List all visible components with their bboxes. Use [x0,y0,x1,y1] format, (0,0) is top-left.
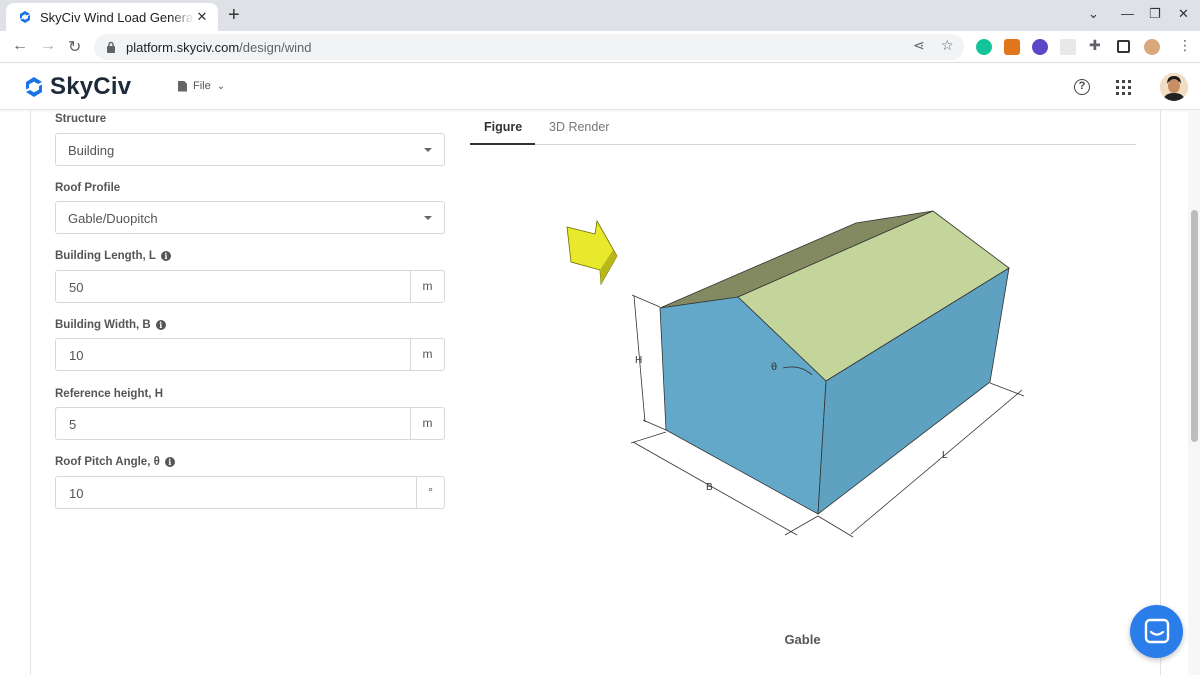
active-tab-underline [470,143,535,145]
profile-avatar-icon[interactable] [1144,39,1160,55]
dim-label-h: H [635,355,642,366]
tab-search-chevron-icon[interactable]: ⌄ [1088,6,1099,22]
help-icon[interactable]: ? [1074,79,1090,95]
dim-label-theta: θ [771,362,777,373]
roof-profile-select[interactable]: Gable/Duopitch [55,201,445,234]
forward-button[interactable]: → [40,37,56,55]
building-width-input[interactable]: 10 m [55,338,445,371]
browser-tab[interactable]: SkyCiv Wind Load General ✕ [6,3,218,31]
roof-pitch-label: Roof Pitch Angle, θ i [55,456,175,468]
structure-label: Structure [55,113,107,125]
window-close-button[interactable]: ✕ [1178,6,1189,22]
chat-launcher-button[interactable] [1130,605,1183,658]
building-figure: H B L θ [566,210,1025,538]
url-path: /design/wind [239,39,312,55]
user-avatar-icon [1160,73,1188,101]
extension-placeholder-icon[interactable] [1060,39,1076,55]
browser-menu-icon[interactable]: ⋮ [1178,37,1192,54]
reference-height-unit: m [410,408,444,439]
roof-profile-label: Roof Profile [55,182,121,194]
info-icon[interactable]: i [160,251,171,261]
roof-pitch-unit: ° [416,477,444,508]
tab-3d-render[interactable]: 3D Render [549,120,609,134]
figure-tabs: Figure 3D Render [470,110,1136,145]
restore-button[interactable]: ❐ [1149,6,1161,22]
url-host: platform.skyciv.com [126,39,240,55]
building-length-unit: m [410,271,444,302]
lock-icon [107,41,115,53]
new-tab-button[interactable]: + [228,4,240,27]
building-length-value: 50 [69,280,84,295]
scrollbar-thumb[interactable] [1191,210,1198,442]
info-icon[interactable]: i [155,320,166,330]
browser-toolbar: ← → ↻ platform.skyciv.com /design/wind ⋖… [0,31,1200,63]
figure-caption: Gable [784,632,821,647]
building-length-label: Building Length, L i [55,250,171,262]
tab-title: SkyCiv Wind Load General [40,9,194,25]
extensions-puzzle-icon[interactable]: ✚ [1089,37,1101,54]
brand-name: SkyCiv [50,73,132,100]
file-menu[interactable]: File ⌄ [178,80,225,92]
user-avatar[interactable] [1160,73,1188,101]
app-header: SkyCiv File ⌄ ? [0,64,1200,110]
tab-figure[interactable]: Figure [484,120,522,134]
building-width-unit: m [410,339,444,370]
metamask-extension-icon[interactable] [1004,39,1020,55]
grammarly-extension-icon[interactable] [976,39,992,55]
chat-icon [1144,618,1170,644]
caret-down-icon [424,216,432,220]
dim-label-b: B [706,482,713,493]
back-button[interactable]: ← [12,37,28,55]
roof-profile-value: Gable/Duopitch [68,211,158,226]
apps-grid-icon[interactable] [1116,80,1131,95]
building-width-value: 10 [69,348,84,363]
skyciv-favicon-icon [20,11,30,23]
reference-height-label: Reference height, H [55,388,163,400]
chevron-down-icon: ⌄ [216,80,226,92]
reload-button[interactable]: ↻ [68,37,81,57]
address-bar[interactable]: platform.skyciv.com /design/wind [94,34,964,60]
browser-tab-strip: SkyCiv Wind Load General ✕ + ⌄ — ❐ ✕ [0,0,1200,31]
wind-arrow-icon [566,219,618,286]
bookmark-star-icon[interactable]: ☆ [941,37,954,54]
reference-height-value: 5 [69,417,77,432]
structure-value: Building [68,143,115,158]
side-panel-icon[interactable] [1117,40,1130,53]
dim-label-l: L [942,450,948,461]
building-length-input[interactable]: 50 m [55,270,445,303]
structure-select[interactable]: Building [55,133,445,166]
info-icon[interactable]: i [164,457,175,467]
file-menu-label: File [193,80,211,92]
building-width-label: Building Width, B i [55,319,166,331]
skyciv-logo-icon [26,77,42,97]
skyciv-logo[interactable]: SkyCiv [24,73,131,101]
share-icon[interactable]: ⋖ [913,37,925,54]
minimize-button[interactable]: — [1121,6,1134,21]
roof-pitch-input[interactable]: 10 ° [55,476,445,509]
roof-pitch-value: 10 [69,486,84,501]
file-icon [178,80,187,92]
caret-down-icon [424,148,432,152]
tab-close-icon[interactable]: ✕ [194,9,210,25]
reference-height-input[interactable]: 5 m [55,407,445,440]
extension-icon[interactable] [1032,39,1048,55]
